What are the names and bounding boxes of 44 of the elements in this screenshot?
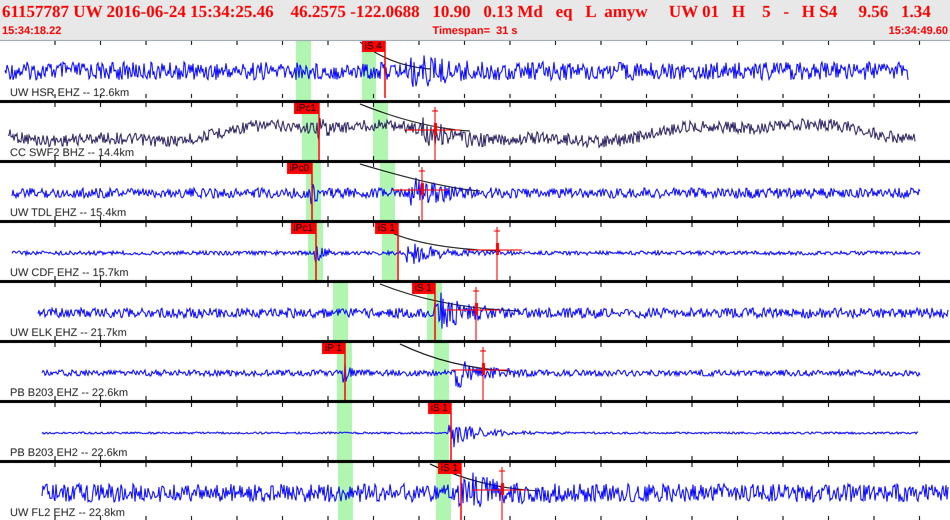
pick-window-band	[333, 283, 348, 340]
pick-window-band	[434, 343, 449, 400]
pick-line	[344, 343, 346, 400]
trace-label: UW CDF EHZ -- 15.7km	[10, 267, 129, 280]
timespan: Timespan= 31 s	[432, 24, 518, 38]
trace-label: PB B203 EH2 -- 22.6km	[10, 447, 128, 460]
pick-label[interactable]: iS 4	[362, 41, 385, 52]
trace-label: CC SWF2 BHZ -- 14.4km	[10, 147, 134, 160]
pick-line	[434, 283, 436, 340]
event-summary: 61157787 UW 2016-06-24 15:34:25.46 46.2575 -122.0688 10.90 0.13 Md eq L amyw UW 01 H 5 - H S4 9.56 1.34	[2, 1, 932, 23]
travel-time-curve	[360, 42, 430, 70]
pick-line	[318, 103, 320, 160]
trace-label: UW HSR EHZ -- 12.6km	[10, 87, 130, 100]
pick-line	[315, 223, 317, 280]
pick-window-band	[296, 41, 311, 100]
pick-line	[311, 163, 313, 220]
pick-window-band	[337, 403, 352, 460]
trace-label: UW ELK EHZ -- 21.7km	[10, 327, 127, 340]
pick-label[interactable]: iS 1	[412, 283, 435, 294]
pick-label[interactable]: iS 1	[438, 463, 461, 474]
amplitude-marker-drawing	[446, 286, 502, 340]
pick-line	[450, 403, 452, 460]
pick-window-band	[373, 103, 388, 160]
start-time: 15:34:18.22	[2, 24, 62, 38]
pick-label[interactable]: iS 1	[428, 403, 451, 414]
end-time: 15:34:49.60	[888, 24, 948, 38]
pick-label[interactable]: iPc1	[290, 223, 316, 234]
pick-label[interactable]: iP 1	[322, 343, 345, 354]
amplitude-marker-drawing	[452, 346, 508, 400]
pick-line	[397, 223, 399, 280]
pick-label[interactable]: iPc0	[286, 163, 312, 174]
trace-label: PB B203 EHZ -- 22.6km	[10, 387, 128, 400]
pick-line	[460, 463, 462, 520]
amplitude-marker-drawing	[466, 226, 522, 280]
amplitude-marker-drawing	[392, 166, 448, 220]
pick-line	[384, 41, 386, 98]
pick-window-band	[338, 463, 353, 520]
trace-label: UW FL2 EHZ -- 22.8km	[10, 507, 125, 520]
pick-window-band	[380, 163, 395, 220]
amplitude-marker-drawing	[472, 466, 528, 520]
pick-label[interactable]: iPc1	[294, 103, 319, 114]
pick-label[interactable]: iS 1	[374, 223, 398, 234]
amplitude-marker-drawing	[404, 106, 460, 160]
trace-label: UW TDL EHZ -- 15.4km	[10, 207, 126, 220]
